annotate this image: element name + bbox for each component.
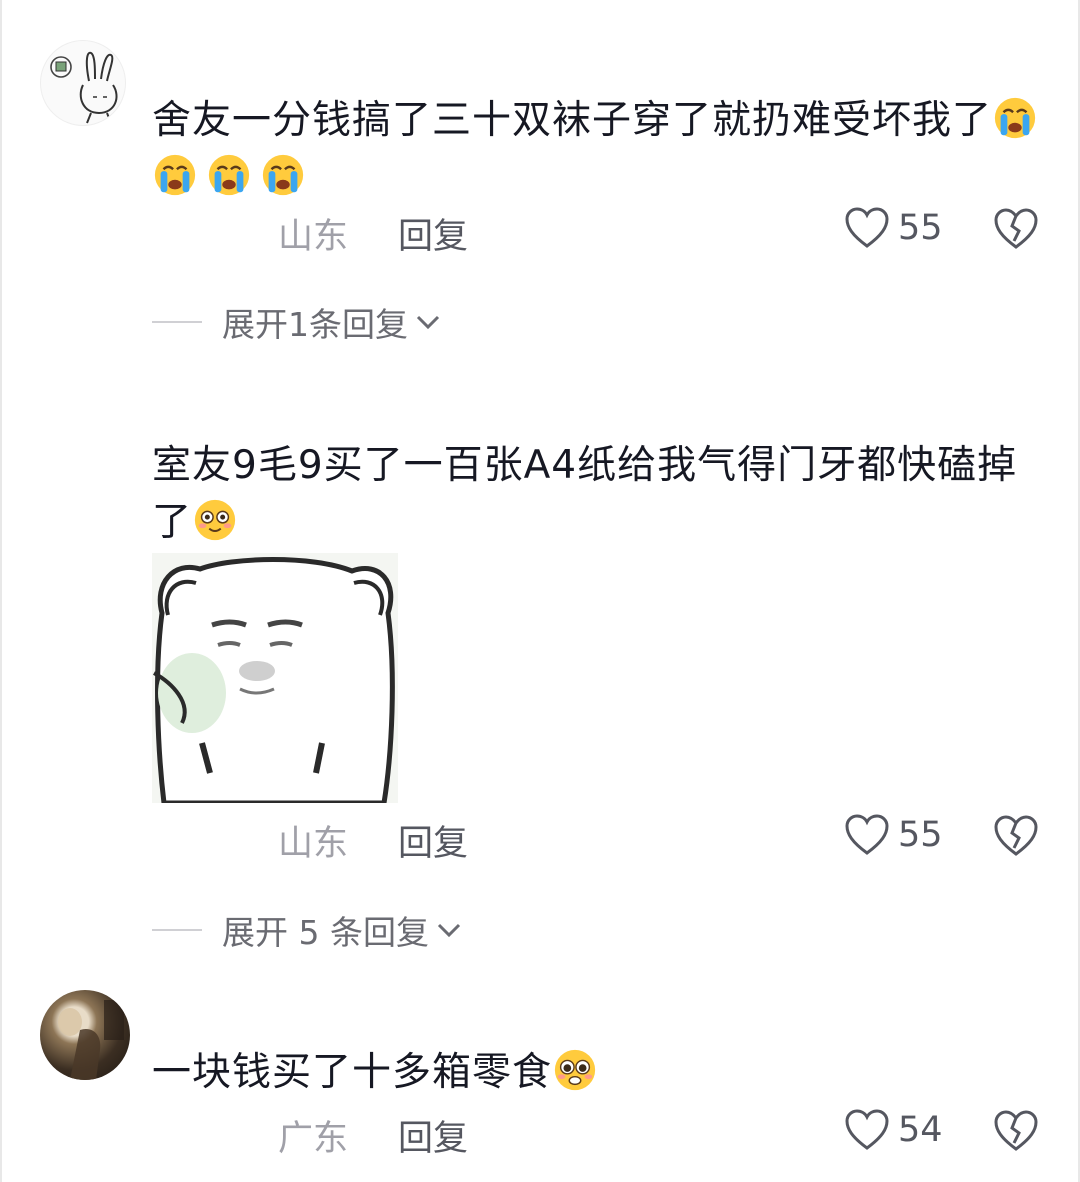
comment-body: 舍友一分钱搞了三十双袜子穿了就扔难受坏我了	[152, 98, 993, 143]
crying-face-icon	[208, 154, 250, 196]
expand-label: 展开 5 条回复	[222, 913, 429, 952]
reply-button[interactable]: 回复	[398, 1110, 468, 1161]
like-count: 54	[898, 1110, 943, 1150]
comment-text: 室友9毛9买了一百张A4纸给我气得门牙都快磕掉了	[152, 437, 1052, 551]
heart-icon	[845, 207, 889, 248]
broken-heart-icon	[994, 1110, 1038, 1151]
reply-button[interactable]: 回复	[398, 815, 468, 866]
expand-label: 展开1条回复	[222, 305, 408, 344]
like-count: 55	[898, 208, 943, 248]
heart-icon	[845, 814, 889, 855]
avatar[interactable]	[40, 40, 126, 126]
left-edge	[0, 0, 2, 1182]
chevron-down-icon	[416, 315, 440, 330]
divider	[152, 929, 202, 931]
divider	[152, 321, 202, 323]
expand-replies-button[interactable]: 展开1条回复	[152, 298, 442, 346]
chevron-down-icon	[437, 923, 461, 938]
broken-heart-icon	[994, 208, 1038, 249]
expand-replies-button[interactable]: 展开 5 条回复	[152, 906, 463, 954]
like-button[interactable]: 55	[844, 206, 943, 250]
sticker-image[interactable]	[152, 553, 398, 806]
like-button[interactable]: 55	[844, 813, 943, 857]
smiling-face-icon	[194, 499, 236, 541]
comment-text: 舍友一分钱搞了三十双袜子穿了就扔难受坏我了	[152, 92, 1052, 206]
like-count: 55	[898, 815, 943, 855]
crying-face-icon	[154, 154, 196, 196]
dislike-button[interactable]	[994, 815, 1038, 861]
dislike-button[interactable]	[994, 1110, 1038, 1156]
comment-body: 室友9毛9买了一百张A4纸给我气得门牙都快磕掉了	[152, 443, 1018, 545]
broken-heart-icon	[994, 815, 1038, 856]
like-button[interactable]: 54	[844, 1108, 943, 1152]
location-label: 山东	[278, 217, 349, 257]
crying-face-icon	[994, 97, 1036, 139]
comment-text: 一块钱买了十多箱零食	[152, 1044, 1052, 1101]
avatar[interactable]	[40, 990, 130, 1080]
dislike-button[interactable]	[994, 208, 1038, 254]
bear-meme-sticker-icon	[152, 553, 398, 806]
user-photo-icon	[58, 1000, 124, 1080]
location-label: 山东	[278, 824, 349, 864]
bunny-avatar-icon	[50, 51, 118, 124]
heart-icon	[845, 1109, 889, 1150]
pleading-face-icon	[554, 1049, 596, 1091]
comment-body: 一块钱买了十多箱零食	[152, 1050, 553, 1095]
crying-face-icon	[262, 154, 304, 196]
reply-button[interactable]: 回复	[398, 208, 468, 259]
location-label: 广东	[278, 1119, 349, 1159]
